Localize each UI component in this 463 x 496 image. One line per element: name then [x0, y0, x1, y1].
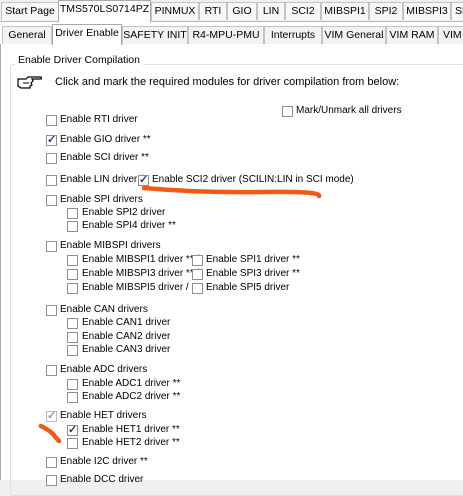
gio-label: Enable GIO driver **	[60, 134, 151, 145]
het1-label: Enable HET1 driver **	[82, 424, 180, 435]
spi-checkbox[interactable]	[46, 195, 57, 206]
spi5-checkbox[interactable]	[192, 283, 203, 294]
group-title: Enable Driver Compilation	[15, 54, 143, 66]
mark-all-label: Mark/Unmark all drivers	[296, 105, 402, 116]
tab-mibspi3[interactable]: MIBSPI3	[403, 2, 451, 20]
annotation-underline	[141, 185, 322, 199]
adc2-checkbox[interactable]	[67, 392, 78, 403]
spi3-checkbox[interactable]	[192, 269, 203, 280]
can1-checkbox[interactable]	[67, 318, 78, 329]
i2c-label: Enable I2C driver **	[60, 456, 148, 467]
tab-vim-general[interactable]: VIM General	[322, 26, 386, 44]
top-tab-strip: Start Page TMS570LS0714PZ PINMUX RTI GIO…	[0, 0, 463, 22]
tab-sci2[interactable]: SCI2	[285, 2, 321, 20]
lin-label: Enable LIN driver /	[60, 174, 143, 185]
spi2-checkbox[interactable]	[67, 208, 78, 219]
tab-vim-ram[interactable]: VIM RAM	[386, 26, 438, 44]
tab-gio[interactable]: GIO	[227, 2, 257, 20]
mark-all-checkbox[interactable]	[282, 106, 293, 117]
dcc-label: Enable DCC driver	[60, 474, 144, 485]
gio-checkbox[interactable]	[46, 133, 57, 146]
mibspi3-label: Enable MIBSPI3 driver ** /	[82, 268, 200, 279]
driver-enable-panel: Enable Driver Compilation Click and mark…	[0, 44, 463, 496]
rti-checkbox[interactable]	[46, 115, 57, 126]
mibspi1-label: Enable MIBSPI1 driver ** /	[82, 254, 200, 265]
spi1-label: Enable SPI1 driver **	[206, 254, 300, 265]
sci-checkbox[interactable]	[46, 153, 57, 164]
het-label: Enable HET drivers	[60, 410, 147, 421]
tab-start-page[interactable]: Start Page	[1, 2, 59, 20]
spi1-checkbox[interactable]	[192, 255, 203, 266]
tab-general[interactable]: General	[2, 26, 52, 44]
het-checkbox[interactable]	[46, 409, 57, 422]
adc2-label: Enable ADC2 driver **	[82, 391, 181, 402]
mibspi5-label: Enable MIBSPI5 driver /	[82, 282, 189, 293]
adc1-label: Enable ADC1 driver **	[82, 378, 181, 389]
spi2-label: Enable SPI2 driver	[82, 207, 166, 218]
tab-pinmux[interactable]: PINMUX	[151, 2, 199, 20]
spi-label: Enable SPI drivers	[60, 194, 143, 205]
tab-safety-init[interactable]: SAFETY INIT	[122, 26, 188, 44]
het2-label: Enable HET2 driver **	[82, 437, 180, 448]
can-checkbox[interactable]	[46, 305, 57, 316]
spi5-label: Enable SPI5 driver	[206, 282, 290, 293]
tab-vim-truncated[interactable]: VIM	[438, 26, 463, 44]
can2-label: Enable CAN2 driver	[82, 331, 171, 342]
tab-r4-mpu-pmu[interactable]: R4-MPU-PMU	[188, 26, 264, 44]
can2-checkbox[interactable]	[67, 332, 78, 343]
can3-checkbox[interactable]	[67, 345, 78, 356]
tab-mibspi1[interactable]: MIBSPI1	[321, 2, 369, 20]
mibspi1-checkbox[interactable]	[67, 255, 78, 266]
tab-lin[interactable]: LIN	[257, 2, 285, 20]
spi3-label: Enable SPI3 driver **	[206, 268, 300, 279]
het1-checkbox[interactable]	[67, 423, 78, 436]
annotation-mark	[38, 423, 62, 444]
instruction-text: Click and mark the required modules for …	[55, 76, 400, 88]
mibspi3-checkbox[interactable]	[67, 269, 78, 280]
i2c-checkbox[interactable]	[46, 457, 57, 468]
spi4-label: Enable SPI4 driver **	[82, 220, 176, 231]
can3-label: Enable CAN3 driver	[82, 344, 171, 355]
lin-checkbox[interactable]	[46, 175, 57, 186]
can-label: Enable CAN drivers	[60, 304, 148, 315]
adc-label: Enable ADC drivers	[60, 364, 148, 375]
mibspi-label: Enable MIBSPI drivers	[60, 240, 161, 251]
sci-label: Enable SCI driver **	[60, 152, 149, 163]
tab-spi-truncated[interactable]: SPI	[451, 2, 463, 20]
can1-label: Enable CAN1 driver	[82, 317, 171, 328]
dcc-checkbox[interactable]	[46, 475, 57, 486]
adc-checkbox[interactable]	[46, 365, 57, 376]
spi4-checkbox[interactable]	[67, 221, 78, 232]
mibspi5-checkbox[interactable]	[67, 283, 78, 294]
het2-checkbox[interactable]	[67, 438, 78, 449]
rti-label: Enable RTI driver	[60, 114, 138, 125]
tab-tms570ls0714pz[interactable]: TMS570LS0714PZ	[58, 0, 151, 22]
tab-rti[interactable]: RTI	[199, 2, 227, 20]
sub-tab-strip: General Driver Enable SAFETY INIT R4-MPU…	[0, 22, 463, 45]
tab-spi2[interactable]: SPI2	[369, 2, 403, 20]
tab-interrupts[interactable]: Interrupts	[264, 26, 322, 44]
adc1-checkbox[interactable]	[67, 379, 78, 390]
tab-driver-enable[interactable]: Driver Enable	[52, 24, 122, 45]
mibspi-checkbox[interactable]	[46, 241, 57, 252]
pointing-hand-icon	[17, 76, 43, 89]
